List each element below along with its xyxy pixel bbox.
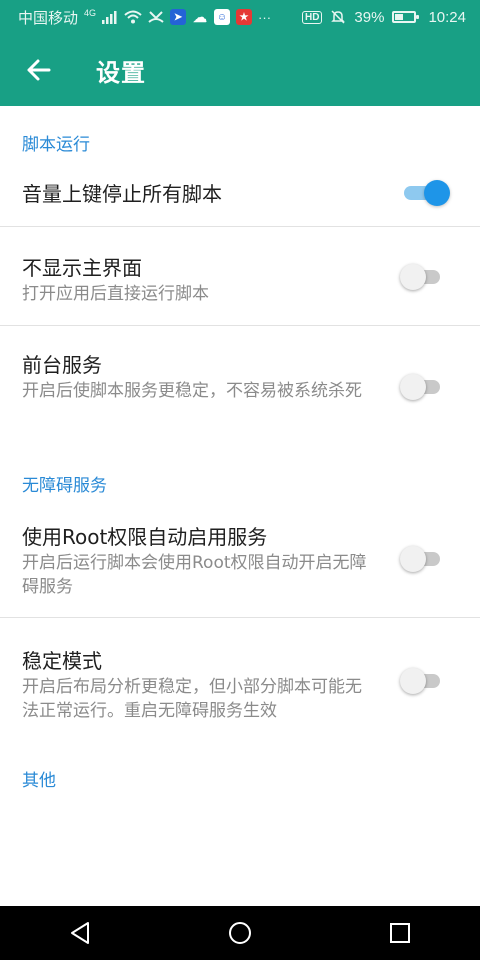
carrier-label: 中国移动 [18, 9, 79, 27]
status-bar: 中国移动 4G ➤ ☁ ☺ ★ ··· HD 39% 10:24 [0, 0, 480, 34]
settings-list: 脚本运行 音量上键停止所有脚本 不显示主界面 打开应用后直接运行脚本 前台服务 … [0, 106, 480, 906]
setting-title: 前台服务 [22, 353, 102, 377]
recents-square-icon [390, 923, 410, 943]
nav-back-button[interactable] [40, 906, 120, 960]
hide-main-ui-toggle[interactable] [400, 264, 444, 290]
back-triangle-icon [71, 922, 89, 944]
toggle-thumb [400, 264, 426, 290]
root-auto-enable-toggle[interactable] [400, 546, 444, 572]
back-button[interactable] [0, 34, 76, 106]
missed-call-icon [148, 10, 164, 24]
section-header-other: 其他 [22, 771, 56, 791]
wifi-icon [124, 10, 142, 24]
status-time: 10:24 [428, 8, 466, 26]
setting-subtitle: 开启后布局分析更稳定，但小部分脚本可能无法正常运行。重启无障碍服务生效 [22, 677, 362, 721]
home-circle-icon [229, 922, 251, 944]
setting-row-foreground-service[interactable]: 前台服务 开启后使脚本服务更稳定，不容易被系统杀死 [0, 326, 480, 436]
navigation-bar [0, 906, 480, 960]
app-bar: 设置 [0, 34, 480, 106]
network-label: 4G [84, 7, 97, 18]
app-icon: ☺ [214, 9, 231, 25]
setting-row-stable-mode[interactable]: 稳定模式 开启后布局分析更稳定，但小部分脚本可能无法正常运行。重启无障碍服务生效 [0, 618, 480, 733]
setting-row-volume-stop[interactable]: 音量上键停止所有脚本 [0, 162, 480, 226]
setting-title: 稳定模式 [22, 649, 102, 673]
mute-icon [330, 9, 346, 25]
wechat-icon: ☁ [193, 8, 208, 25]
setting-title: 不显示主界面 [22, 256, 142, 280]
app-icon: ➤ [170, 9, 187, 25]
volume-stop-toggle[interactable] [400, 180, 450, 206]
nav-recents-button[interactable] [360, 906, 440, 960]
page-title: 设置 [96, 58, 146, 87]
app-icon: ★ [236, 9, 253, 25]
foreground-service-toggle[interactable] [400, 374, 444, 400]
toggle-thumb [400, 374, 426, 400]
section-header-script-run: 脚本运行 [22, 135, 90, 155]
setting-row-hide-main-ui[interactable]: 不显示主界面 打开应用后直接运行脚本 [0, 227, 480, 325]
battery-percent: 39% [354, 8, 385, 26]
top-bar: 中国移动 4G ➤ ☁ ☺ ★ ··· HD 39% 10:24 设置 [0, 0, 480, 106]
battery-icon [392, 11, 420, 23]
setting-subtitle: 打开应用后直接运行脚本 [22, 284, 209, 304]
arrow-left-icon [27, 59, 51, 81]
hd-badge: HD [301, 10, 323, 24]
overflow-indicator: ··· [258, 9, 272, 25]
nav-home-button[interactable] [200, 906, 280, 960]
toggle-thumb [400, 668, 426, 694]
stable-mode-toggle[interactable] [400, 668, 444, 694]
setting-title: 使用Root权限自动启用服务 [22, 525, 268, 549]
section-header-accessibility: 无障碍服务 [22, 476, 107, 496]
toggle-thumb [424, 180, 450, 206]
setting-subtitle: 开启后运行脚本会使用Root权限自动开启无障碍服务 [22, 553, 367, 597]
toggle-thumb [400, 546, 426, 572]
signal-icon [102, 10, 118, 24]
setting-row-root-auto-enable[interactable]: 使用Root权限自动启用服务 开启后运行脚本会使用Root权限自动开启无障碍服务 [0, 504, 480, 617]
setting-subtitle: 开启后使脚本服务更稳定，不容易被系统杀死 [22, 381, 362, 401]
setting-title: 音量上键停止所有脚本 [22, 182, 222, 206]
